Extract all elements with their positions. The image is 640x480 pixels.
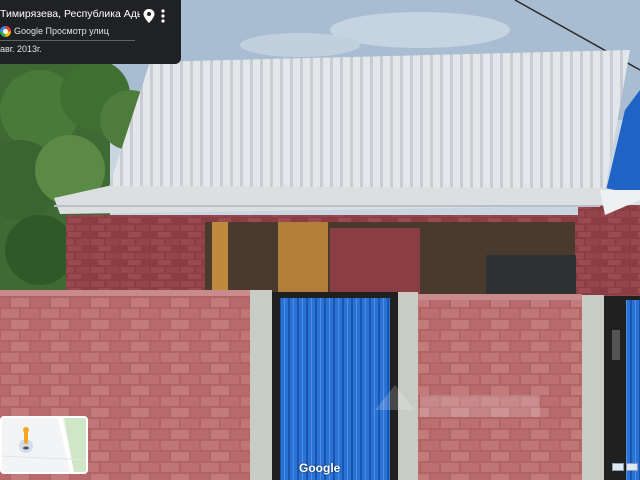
house-wall-inner xyxy=(330,228,420,296)
source-label: Google Просмотр улиц xyxy=(14,26,109,36)
source-row: Google Просмотр улиц xyxy=(0,24,109,38)
gate-blue xyxy=(280,298,390,480)
fence-pillar xyxy=(582,295,604,480)
porch-post xyxy=(212,222,228,297)
fence-pillar xyxy=(398,292,418,480)
gate-blue-right xyxy=(626,300,640,480)
google-logo-icon xyxy=(0,25,11,37)
street-view-panorama[interactable] xyxy=(0,0,640,480)
gate-latch xyxy=(612,330,620,360)
house-side-wall xyxy=(578,200,640,300)
fence-panel-right xyxy=(418,296,582,480)
roof xyxy=(108,50,630,190)
minimap-map xyxy=(2,418,86,472)
roof-eave xyxy=(54,186,640,214)
map-pin-icon[interactable] xyxy=(142,8,156,24)
thumbnail[interactable] xyxy=(626,463,638,471)
street-view-viewport[interactable]: Тимирязева, Республика Адыгея Google Про… xyxy=(0,0,640,480)
minimap[interactable] xyxy=(0,416,88,474)
google-brand-mark: Google xyxy=(299,461,341,475)
fence-pillar xyxy=(250,290,272,480)
view-thumbnails[interactable] xyxy=(612,463,640,473)
fence-cap xyxy=(418,294,582,300)
more-vert-icon[interactable] xyxy=(158,7,168,25)
divider xyxy=(0,40,135,41)
fence-dark xyxy=(486,255,576,295)
porch-post xyxy=(278,222,328,297)
location-title: Тимирязева, Республика Адыгея xyxy=(0,8,140,20)
fence-cap xyxy=(0,290,250,296)
capture-date: авг. 2013г. xyxy=(0,44,42,54)
cloud xyxy=(240,33,360,57)
location-info-card[interactable]: Тимирязева, Республика Адыгея Google Про… xyxy=(0,0,181,64)
thumbnail[interactable] xyxy=(612,463,624,471)
